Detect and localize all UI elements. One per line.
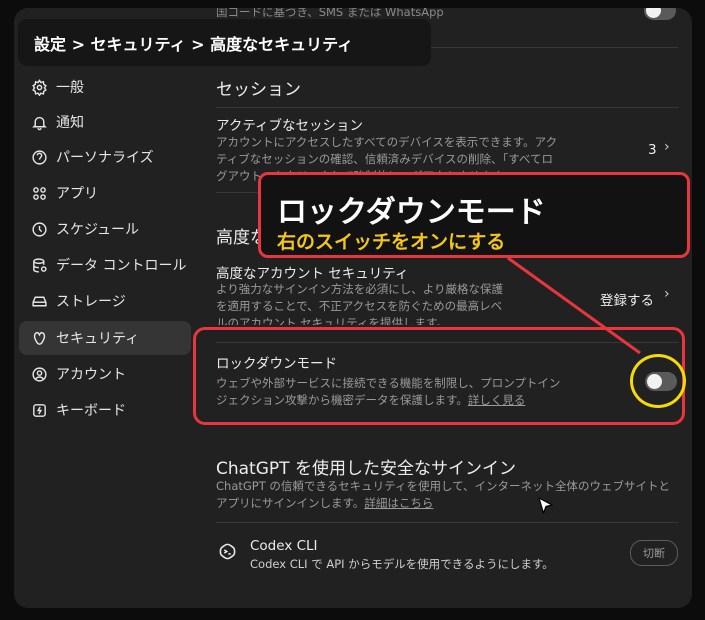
callout-title: ロックダウンモード [277, 195, 546, 230]
toggle-highlight-circle [630, 354, 686, 408]
annotation-arrow-line [507, 256, 641, 355]
callout-subtitle: 右のスイッチをオンにする [277, 231, 506, 253]
mouse-cursor-icon [538, 497, 553, 514]
annotation-callout: ロックダウンモード 右のスイッチをオンにする [258, 172, 690, 258]
